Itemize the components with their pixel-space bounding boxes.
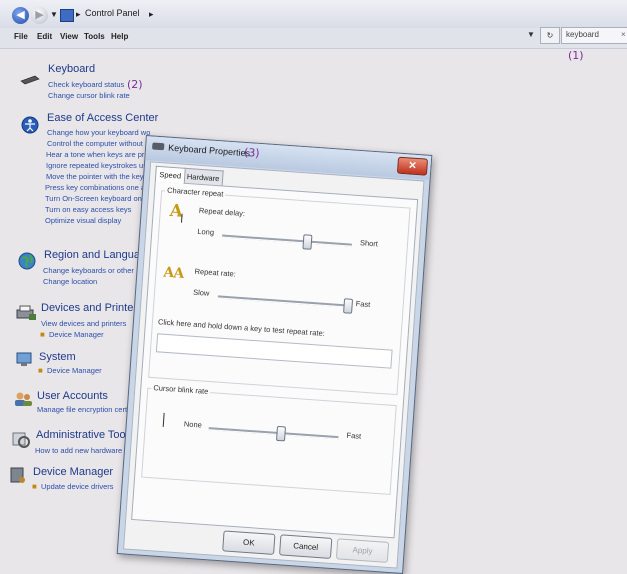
repeat-rate-slider[interactable] — [343, 298, 354, 314]
apply-button[interactable]: Apply — [335, 538, 390, 563]
search-input[interactable]: keyboard × — [561, 27, 627, 44]
control-panel-icon — [60, 9, 74, 22]
menu-help[interactable]: Help — [111, 32, 128, 41]
cursor-blink-min-label: None — [183, 419, 203, 430]
category-system[interactable]: System — [39, 351, 76, 363]
category-user-accounts[interactable]: User Accounts — [37, 390, 108, 402]
cursor-blink-rate-group — [141, 387, 397, 495]
keyboard-properties-dialog: Keyboard Properties (3) ✕ Speed Hardware… — [116, 135, 433, 574]
link-hear-tone[interactable]: Hear a tone when keys are pres — [46, 150, 152, 159]
forward-arrow-icon[interactable]: ▶ — [31, 7, 48, 24]
ease-of-access-icon — [21, 116, 39, 139]
link-change-cursor-blink-rate[interactable]: Change cursor blink rate — [48, 91, 130, 100]
globe-icon — [18, 252, 36, 275]
repeat-delay-slider[interactable] — [301, 234, 312, 250]
annotation-3: (3) — [243, 145, 261, 160]
shield-icon: ■ — [40, 330, 45, 339]
cancel-button[interactable]: Cancel — [279, 534, 333, 559]
address-bar: ◀ ▶ ▼ ▸ Control Panel ▸ — [0, 0, 627, 29]
keyboard-icon — [152, 142, 165, 151]
repeat-rate-max-label: Fast — [355, 299, 371, 310]
link-change-keyboard-works[interactable]: Change how your keyboard wo — [47, 128, 150, 137]
device-manager-icon — [8, 466, 28, 489]
category-keyboard[interactable]: Keyboard — [48, 63, 95, 75]
repeat-rate-min-label: Slow — [192, 287, 210, 298]
link-turn-on-easy-access-keys[interactable]: Turn on easy access keys — [45, 205, 131, 214]
refresh-icon[interactable]: ↻ — [540, 27, 560, 44]
keyboard-icon — [20, 72, 40, 90]
menu-file[interactable]: File — [14, 32, 28, 41]
speed-tab-panel: Character repeat A Repeat delay: Long Sh… — [131, 180, 419, 539]
shield-icon: ■ — [32, 482, 37, 491]
category-region-and-language[interactable]: Region and Language — [44, 249, 152, 261]
category-devices-and-printers[interactable]: Devices and Printers — [41, 302, 143, 314]
shield-icon: ■ — [38, 366, 43, 375]
annotation-1: (1) — [568, 49, 584, 62]
link-change-location[interactable]: Change location — [43, 277, 97, 286]
category-administrative-tools[interactable]: Administrative Tools — [36, 429, 134, 441]
link-control-computer-without[interactable]: Control the computer without — [47, 139, 143, 148]
link-turn-on-screen-keyboard[interactable]: Turn On-Screen keyboard on o — [45, 194, 148, 203]
category-device-manager[interactable]: Device Manager — [33, 466, 113, 478]
repeat-delay-min-label: Long — [197, 226, 215, 237]
cursor-blink-slider[interactable] — [275, 425, 286, 442]
search-input-value: keyboard — [566, 30, 599, 39]
menu-tools[interactable]: Tools — [84, 32, 105, 41]
cursor-blink-max-label: Fast — [346, 430, 362, 441]
link-optimize-visual-display[interactable]: Optimize visual display — [45, 216, 121, 225]
link-ignore-repeated-keystrokes[interactable]: Ignore repeated keystrokes usi — [46, 161, 149, 170]
repeat-delay-max-label: Short — [359, 238, 379, 249]
link-manage-file-encryption[interactable]: Manage file encryption certific — [37, 405, 136, 414]
admin-tools-icon — [11, 430, 31, 453]
ok-button[interactable]: OK — [222, 530, 276, 555]
link-add-new-hardware[interactable]: How to add new hardware — [35, 446, 122, 455]
breadcrumb-control-panel[interactable]: Control Panel — [85, 8, 140, 18]
breadcrumb-expand-icon[interactable]: ▸ — [149, 9, 154, 20]
link-device-manager-2[interactable]: Device Manager — [47, 366, 102, 375]
dialog-body: Speed Hardware Character repeat A Repeat… — [123, 161, 425, 569]
dialog-title: Keyboard Properties — [167, 142, 251, 159]
printer-icon — [15, 305, 37, 326]
repeat-rate-icon: A — [172, 265, 185, 282]
clear-search-icon[interactable]: × — [621, 30, 626, 39]
link-update-device-drivers[interactable]: Update device drivers — [41, 482, 114, 491]
address-history-dropdown-icon[interactable]: ▼ — [527, 30, 535, 39]
users-icon — [13, 391, 33, 412]
annotation-2: (2) — [127, 78, 143, 91]
link-move-pointer-keypad[interactable]: Move the pointer with the keyp — [46, 172, 148, 181]
menu-view[interactable]: View — [60, 32, 78, 41]
tab-speed[interactable]: Speed — [154, 165, 186, 184]
link-device-manager-1[interactable]: Device Manager — [49, 330, 104, 339]
menu-edit[interactable]: Edit — [37, 32, 52, 41]
back-arrow-icon[interactable]: ◀ — [12, 7, 29, 24]
link-view-devices-and-printers[interactable]: View devices and printers — [41, 319, 126, 328]
close-icon[interactable]: ✕ — [396, 156, 429, 176]
link-check-keyboard-status[interactable]: Check keyboard status — [48, 80, 124, 89]
computer-icon — [15, 352, 35, 373]
breadcrumb-separator-icon[interactable]: ▸ — [76, 9, 81, 20]
recent-pages-dropdown-icon[interactable]: ▼ — [50, 10, 58, 19]
link-press-key-combinations[interactable]: Press key combinations one at — [45, 183, 147, 192]
link-change-keyboards[interactable]: Change keyboards or other inp — [43, 266, 146, 275]
category-ease-of-access-center[interactable]: Ease of Access Center — [47, 112, 158, 124]
